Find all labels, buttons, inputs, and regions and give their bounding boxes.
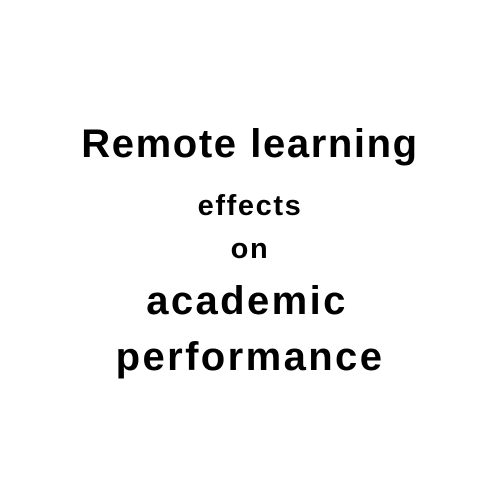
title-line-remote-learning: Remote learning: [81, 122, 419, 166]
title-card: Remote learning effects on academic perf…: [0, 0, 500, 500]
title-line-effects: effects: [197, 190, 303, 222]
title-line-performance: performance: [115, 335, 385, 379]
title-line-academic: academic: [146, 279, 348, 323]
title-line-on: on: [230, 233, 270, 265]
